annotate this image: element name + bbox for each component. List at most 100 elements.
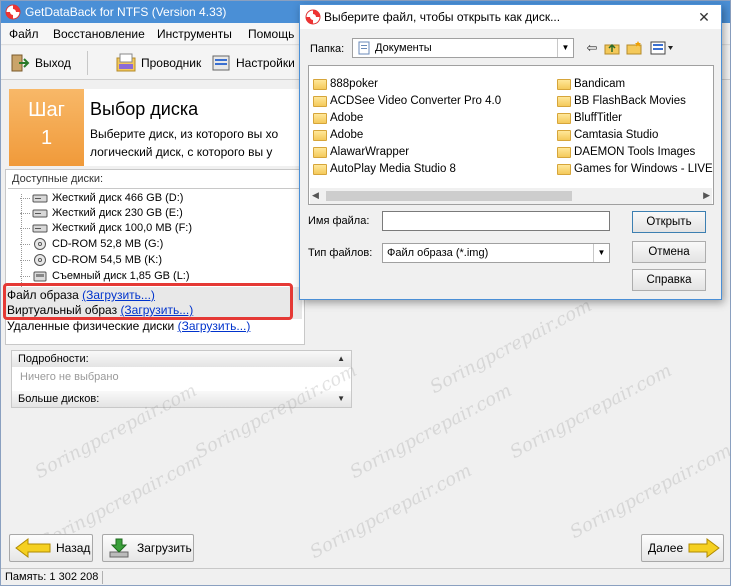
folder-item-label: BluffTitler [574, 112, 622, 124]
settings-label: Настройки [236, 56, 295, 70]
folder-item[interactable]: AutoPlay Media Studio 8 [313, 161, 456, 177]
disk-label: Съемный диск 1,85 GB (L:) [52, 270, 190, 282]
load-label: Загрузить [137, 541, 192, 555]
disk-label: Жесткий диск 100,0 MB (F:) [52, 222, 193, 234]
details-header[interactable]: Подробности: ▲ [12, 351, 351, 367]
folder-item-label: AlawarWrapper [330, 146, 410, 158]
expand-arrow-icon: ▼ [337, 394, 345, 403]
memory-status: Память: 1 302 208 [5, 571, 99, 583]
folder-item[interactable]: Bandicam [557, 76, 625, 92]
menu-recovery[interactable]: Восстановление [53, 27, 145, 41]
disk-item-d[interactable]: Жесткий диск 466 GB (D:) [20, 190, 183, 206]
filetype-value: Файл образа (*.img) [387, 247, 489, 259]
folder-item[interactable]: BluffTitler [557, 110, 622, 126]
menu-help[interactable]: Помощь [248, 27, 294, 41]
help-button[interactable]: Справка [632, 269, 706, 291]
scroll-left-icon[interactable]: ◀ [312, 190, 319, 201]
file-list: 888poker ACDSee Video Converter Pro 4.0 … [308, 65, 714, 205]
folder-item[interactable]: AlawarWrapper [313, 144, 409, 160]
load-button[interactable]: Загрузить [102, 534, 194, 562]
tree-branch [20, 275, 30, 277]
folder-item[interactable]: BB FlashBack Movies [557, 93, 686, 109]
explorer-label: Проводник [141, 56, 202, 70]
horizontal-scrollbar[interactable]: ◀ ▶ [310, 188, 712, 204]
next-button[interactable]: Далее [641, 534, 724, 562]
folder-item-label: AutoPlay Media Studio 8 [330, 163, 456, 175]
folder-item[interactable]: Adobe [313, 127, 363, 143]
filetype-select[interactable]: Файл образа (*.img) ▼ [382, 243, 610, 263]
status-separator [102, 571, 103, 584]
disk-item-g[interactable]: CD-ROM 52,8 MB (G:) [20, 236, 163, 252]
chevron-down-icon: ▼ [557, 39, 573, 57]
more-disks-label: Больше дисков: [18, 393, 100, 405]
close-icon[interactable]: ✕ [693, 8, 715, 26]
download-icon [109, 538, 129, 558]
new-folder-icon[interactable] [626, 41, 642, 55]
disk-item-k[interactable]: CD-ROM 54,5 MB (K:) [20, 252, 162, 268]
folder-item[interactable]: DAEMON Tools Images [557, 144, 695, 160]
disk-item-e[interactable]: Жесткий диск 230 GB (E:) [20, 205, 183, 221]
tree-branch [20, 227, 30, 229]
disk-item-l[interactable]: Съемный диск 1,85 GB (L:) [20, 268, 190, 284]
cancel-button[interactable]: Отмена [632, 241, 706, 263]
hard-drive-icon [32, 224, 48, 233]
step-label: Шаг [28, 99, 65, 121]
step-number: 1 [40, 127, 53, 149]
up-folder-icon[interactable] [604, 41, 620, 55]
disk-label: CD-ROM 52,8 MB (G:) [52, 238, 164, 250]
dialog-title: Выберите файл, чтобы открыть как диск... [324, 10, 561, 24]
details-header-label: Подробности: [18, 353, 89, 365]
documents-folder-icon [358, 41, 370, 55]
folder-item[interactable]: Camtasia Studio [557, 127, 658, 143]
hard-drive-icon [32, 194, 48, 203]
watermark: Soringpcrepair.com [566, 440, 731, 543]
remote-disks-label: Удаленные физические диски [7, 319, 178, 333]
folder-item[interactable]: ACDSee Video Converter Pro 4.0 [313, 93, 501, 109]
back-arrow-icon[interactable]: ⇦ [584, 41, 600, 55]
folder-item-label: Adobe [330, 112, 364, 124]
cd-rom-icon [34, 238, 46, 250]
exit-button[interactable]: Выход [9, 50, 71, 76]
status-bar: Память: 1 302 208 [1, 568, 730, 585]
removable-disk-icon [33, 271, 47, 282]
watermark: Soringpcrepair.com [426, 295, 596, 398]
more-disks-header[interactable]: Больше дисков: ▼ [12, 391, 351, 407]
folder-item[interactable]: 888poker [313, 76, 378, 92]
view-menu-icon[interactable] [650, 41, 674, 55]
remote-disks-row: Удаленные физические диски (Загрузить...… [7, 319, 250, 336]
filename-input[interactable] [382, 211, 610, 231]
folder-item-label: ACDSee Video Converter Pro 4.0 [330, 95, 502, 107]
step-description-line1: Выберите диск, из которого вы хо [90, 127, 279, 141]
folder-icon [313, 146, 327, 158]
folder-select[interactable]: Документы ▼ [352, 38, 574, 58]
folder-item-label: Bandicam [574, 78, 626, 90]
explorer-button[interactable]: Проводник [115, 50, 201, 76]
back-button[interactable]: Назад [9, 534, 93, 562]
dialog-titlebar: Выберите файл, чтобы открыть как диск...… [300, 5, 721, 29]
tree-branch [20, 212, 30, 214]
menu-tools[interactable]: Инструменты [157, 27, 232, 41]
folder-item[interactable]: Games for Windows - LIVE [557, 161, 713, 177]
open-button[interactable]: Открыть [632, 211, 706, 233]
folder-item-label: 888poker [330, 78, 378, 90]
folder-icon [313, 129, 327, 141]
arrow-right-icon [688, 538, 720, 558]
menu-file[interactable]: Файл [9, 27, 39, 41]
watermark: Soringpcrepair.com [346, 380, 516, 483]
scrollbar-thumb[interactable] [326, 191, 572, 201]
explorer-icon [116, 53, 136, 72]
tree-branch [20, 259, 30, 261]
folder-icon [557, 146, 571, 158]
folder-item-label: Games for Windows - LIVE [574, 163, 713, 175]
remote-disks-load-link[interactable]: (Загрузить...) [178, 319, 251, 333]
disk-label: Жесткий диск 466 GB (D:) [52, 192, 184, 204]
folder-item[interactable]: Adobe [313, 110, 363, 126]
scroll-right-icon[interactable]: ▶ [703, 190, 710, 201]
arrow-left-icon [15, 538, 51, 558]
lifebuoy-icon [5, 4, 21, 20]
settings-button[interactable]: Настройки [210, 50, 295, 76]
folder-item-label: BB FlashBack Movies [574, 95, 686, 107]
disk-item-f[interactable]: Жесткий диск 100,0 MB (F:) [20, 220, 192, 236]
folder-value: Документы [375, 42, 432, 54]
next-label: Далее [648, 541, 684, 555]
